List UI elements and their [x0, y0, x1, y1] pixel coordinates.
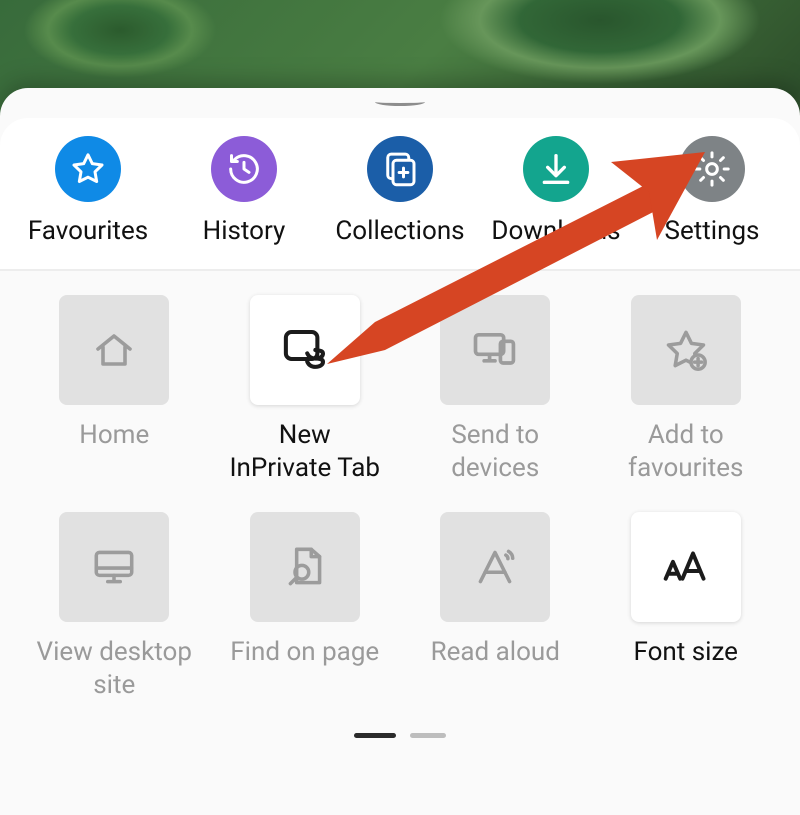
- inprivate-icon: [250, 295, 360, 405]
- view-desktop-site-button[interactable]: View desktop site: [28, 512, 201, 701]
- history-button[interactable]: History: [166, 136, 322, 247]
- desktop-icon: [59, 512, 169, 622]
- find-label: Find on page: [230, 636, 379, 669]
- read-aloud-button[interactable]: Read aloud: [409, 512, 582, 701]
- find-on-page-button[interactable]: Find on page: [219, 512, 392, 701]
- read-aloud-label: Read aloud: [431, 636, 560, 669]
- history-label: History: [203, 216, 286, 247]
- actions-grid: Home New InPrivate Tab Send to devices: [28, 295, 772, 701]
- devices-icon: [440, 295, 550, 405]
- page-dot-2: [410, 733, 446, 738]
- find-icon: [250, 512, 360, 622]
- home-label: Home: [79, 419, 149, 452]
- settings-label: Settings: [665, 216, 760, 247]
- collections-button[interactable]: Collections: [322, 136, 478, 247]
- download-icon: [523, 136, 589, 202]
- downloads-label: Downloads: [491, 216, 620, 247]
- settings-button[interactable]: Settings: [634, 136, 790, 247]
- downloads-button[interactable]: Downloads: [478, 136, 634, 247]
- new-inprivate-tab-button[interactable]: New InPrivate Tab: [219, 295, 392, 484]
- gear-icon: [679, 136, 745, 202]
- sheet-grabber[interactable]: [0, 88, 800, 118]
- send-devices-label: Send to devices: [451, 419, 539, 484]
- home-button[interactable]: Home: [28, 295, 201, 484]
- bottom-sheet: Favourites History Collections Downloads: [0, 88, 800, 815]
- send-to-devices-button[interactable]: Send to devices: [409, 295, 582, 484]
- page-indicator[interactable]: [28, 733, 772, 738]
- collections-icon: [367, 136, 433, 202]
- star-icon: [55, 136, 121, 202]
- star-plus-icon: [631, 295, 741, 405]
- font-size-label: Font size: [634, 636, 738, 669]
- add-to-favourites-button[interactable]: Add to favourites: [600, 295, 773, 484]
- page-dot-1: [354, 733, 396, 738]
- view-desktop-label: View desktop site: [37, 636, 192, 701]
- favourites-button[interactable]: Favourites: [10, 136, 166, 247]
- favourites-label: Favourites: [28, 216, 148, 247]
- new-inprivate-label: New InPrivate Tab: [229, 419, 380, 484]
- home-icon: [59, 295, 169, 405]
- font-size-button[interactable]: Font size: [600, 512, 773, 701]
- add-fav-label: Add to favourites: [628, 419, 743, 484]
- quick-action-bar: Favourites History Collections Downloads: [0, 118, 800, 269]
- history-icon: [211, 136, 277, 202]
- font-size-icon: [631, 512, 741, 622]
- read-aloud-icon: [440, 512, 550, 622]
- collections-label: Collections: [335, 216, 464, 247]
